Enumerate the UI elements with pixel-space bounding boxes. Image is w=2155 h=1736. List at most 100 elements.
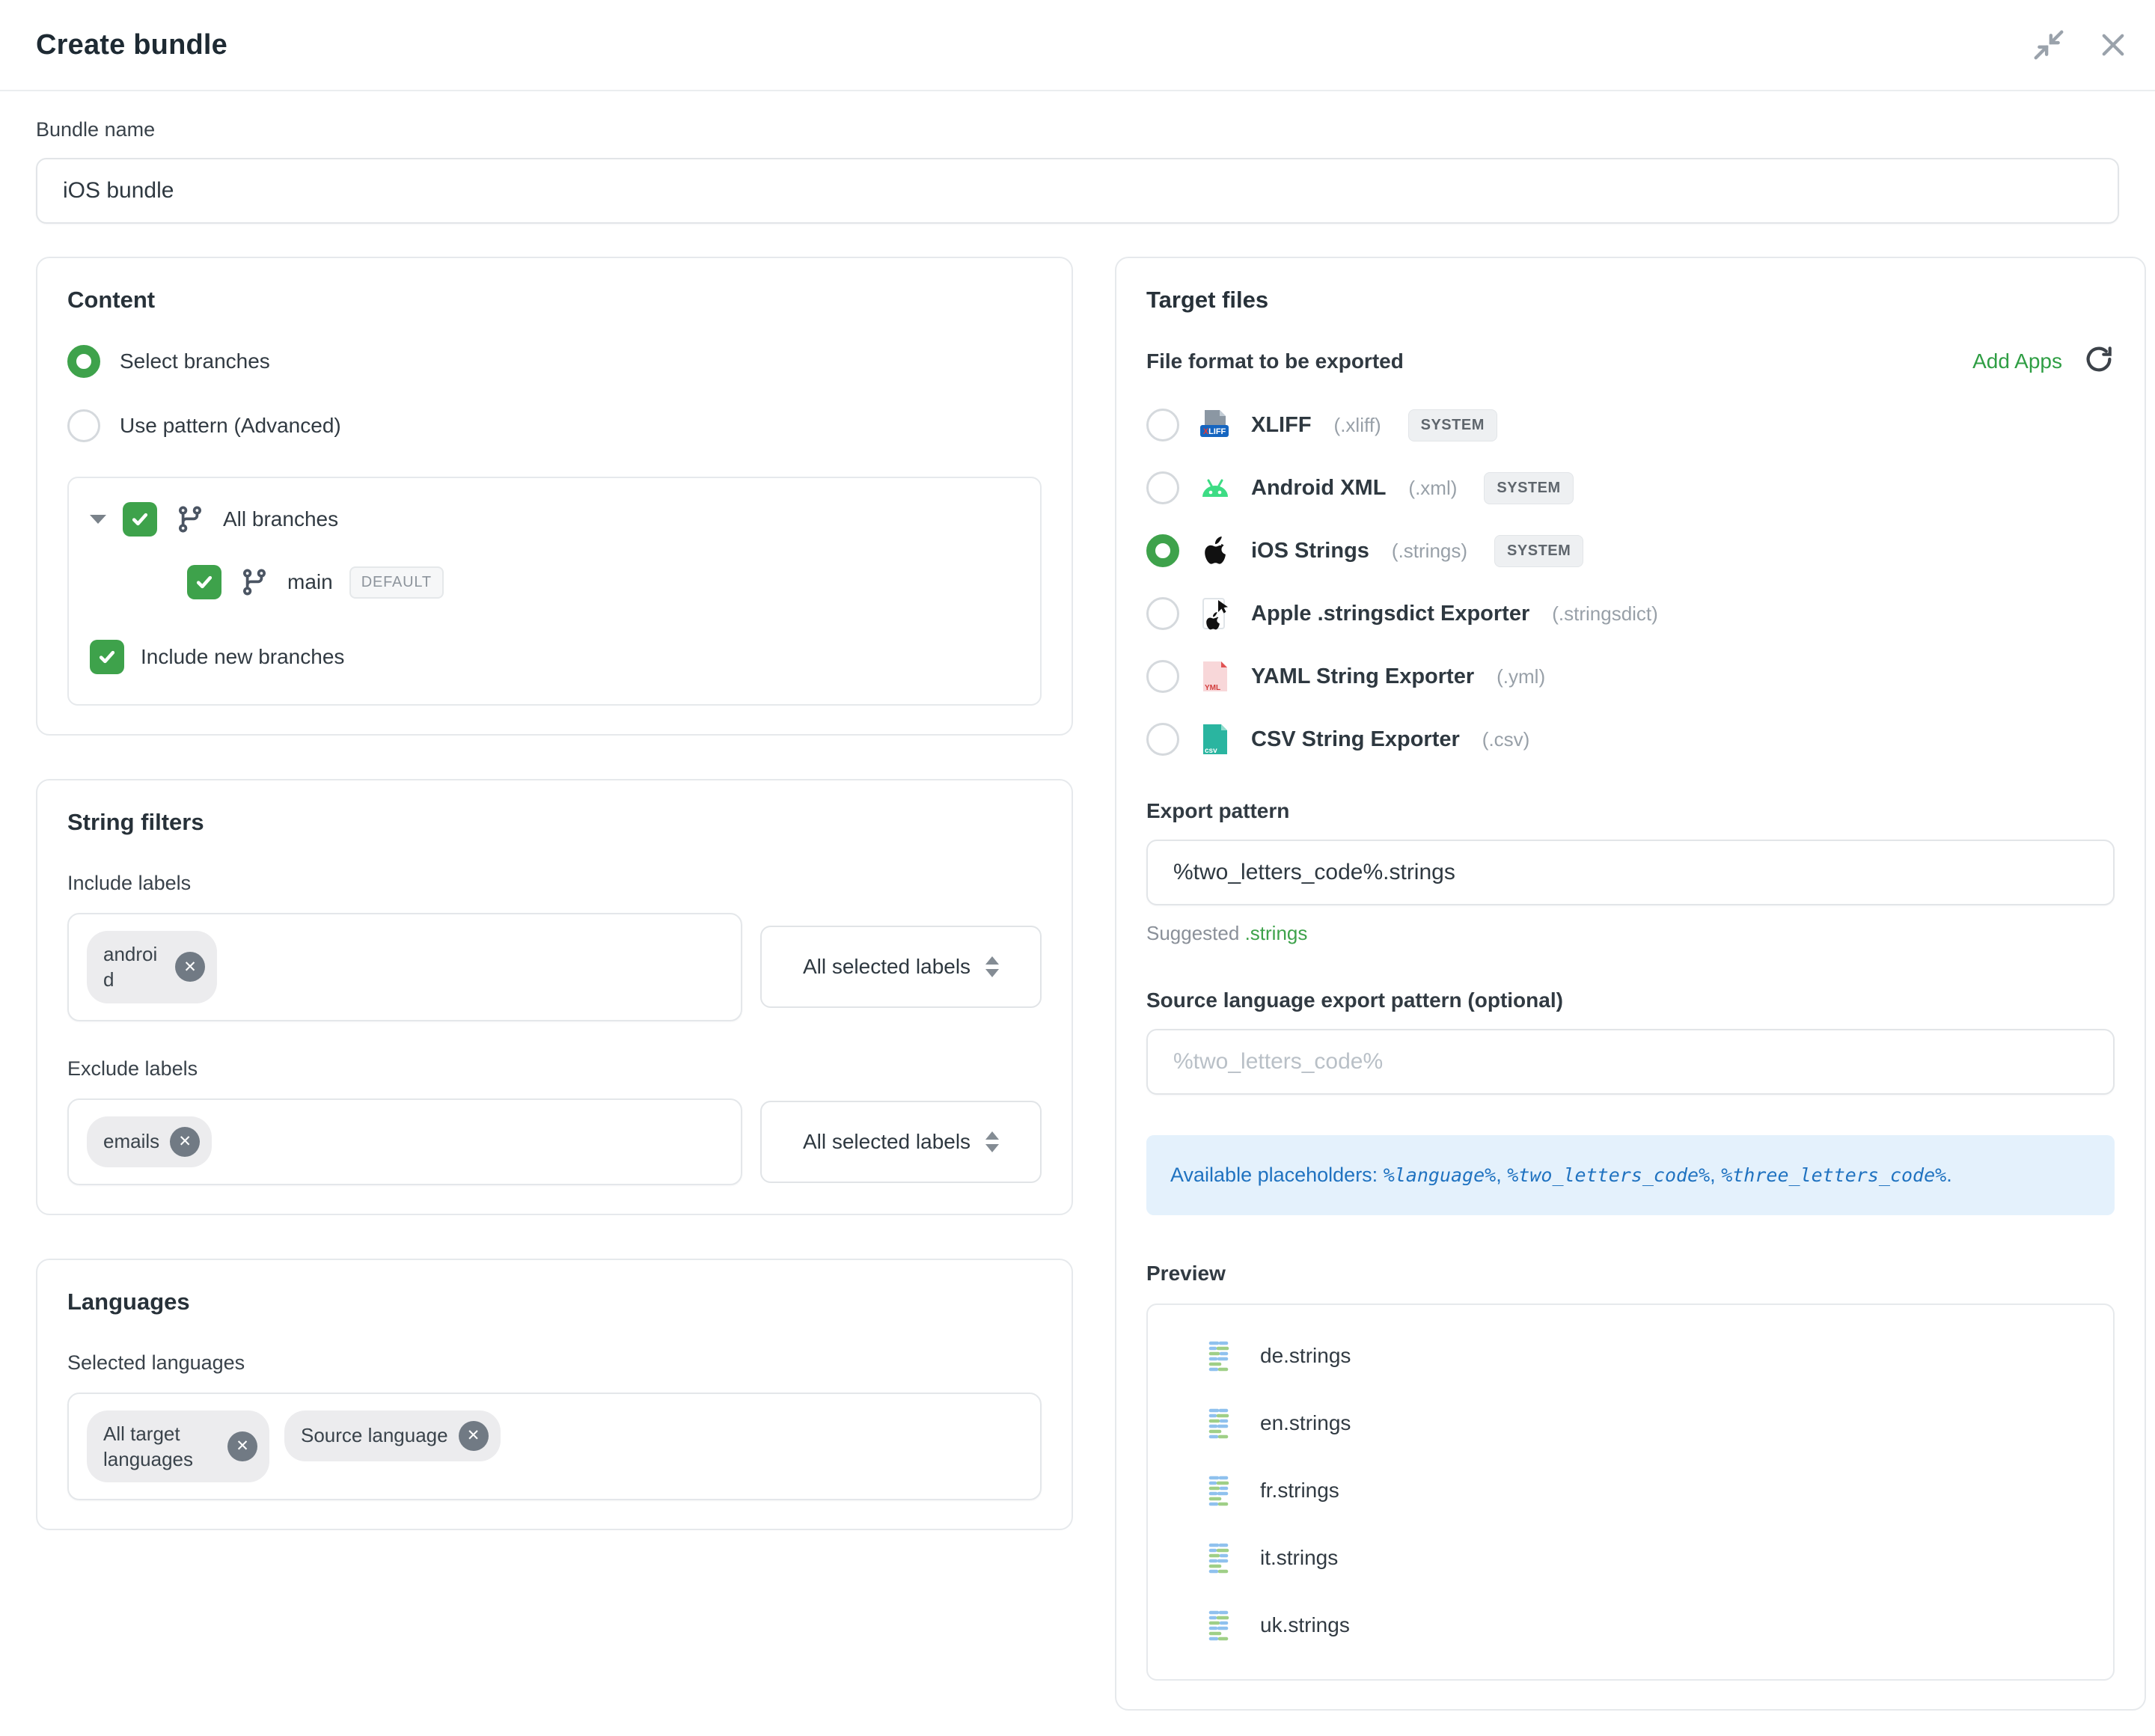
format-radio[interactable]: [1146, 471, 1179, 504]
collapse-icon[interactable]: [2028, 24, 2070, 66]
file-format-label: File format to be exported: [1146, 349, 1404, 373]
label-chip-android: android ✕: [87, 931, 217, 1003]
format-name: iOS Strings: [1251, 539, 1369, 563]
format-row-csv[interactable]: csv CSV String Exporter (.csv): [1146, 723, 2115, 756]
format-row-xliff[interactable]: XLIFF XLIFF (.xliff) SYSTEM: [1146, 409, 2115, 441]
refresh-icon[interactable]: [2083, 343, 2115, 379]
updown-arrows-icon: [985, 956, 999, 977]
close-icon[interactable]: [2092, 24, 2134, 66]
format-radio[interactable]: [1146, 597, 1179, 630]
dropdown-value: All selected labels: [803, 1130, 970, 1154]
format-row-android-xml[interactable]: Android XML (.xml) SYSTEM: [1146, 471, 2115, 504]
selected-languages-input[interactable]: All target languages ✕ Source language ✕: [67, 1393, 1042, 1501]
radio-select-branches[interactable]: Select branches: [67, 345, 1042, 378]
format-radio[interactable]: [1146, 660, 1179, 693]
include-labels-input[interactable]: android ✕: [67, 913, 742, 1021]
format-row-apple-stringsdict[interactable]: Apple .stringsdict Exporter (.stringsdic…: [1146, 597, 2115, 630]
strings-file-icon: [1208, 1609, 1241, 1642]
exclude-labels-mode-dropdown[interactable]: All selected labels: [760, 1101, 1042, 1183]
apple-file-icon: [1199, 534, 1232, 567]
strings-file-icon: [1208, 1407, 1241, 1440]
format-radio[interactable]: [1146, 409, 1179, 441]
suggested-label: Suggested: [1146, 922, 1239, 944]
radio-selected-icon[interactable]: [67, 345, 100, 378]
dropdown-value: All selected labels: [803, 955, 970, 979]
preview-file-row: fr.strings: [1208, 1474, 2091, 1507]
chevron-down-icon[interactable]: [90, 515, 106, 524]
chip-label: android: [103, 941, 165, 993]
content-card: Content Select branches Use pattern (Adv…: [36, 257, 1073, 736]
exclude-labels-label: Exclude labels: [67, 1057, 1042, 1081]
string-filters-title: String filters: [67, 809, 1042, 836]
preview-file-row: uk.strings: [1208, 1609, 2091, 1642]
include-labels-label: Include labels: [67, 872, 1042, 895]
svg-text:XLIFF: XLIFF: [1203, 427, 1226, 436]
include-new-branches-checkbox[interactable]: [90, 640, 124, 674]
yaml-file-icon: YML: [1199, 660, 1232, 693]
bundle-name-label: Bundle name: [36, 118, 2119, 141]
tree-row-all-branches: All branches: [90, 502, 1019, 537]
placeholder-two-letters: %two_letters_code%: [1507, 1164, 1710, 1186]
android-file-icon: [1199, 471, 1232, 504]
svg-text:csv: csv: [1205, 747, 1217, 755]
language-chip-all-target: All target languages ✕: [87, 1410, 269, 1483]
preview-file-name: en.strings: [1260, 1411, 1351, 1435]
git-branch-icon: [238, 566, 271, 599]
all-branches-checkbox[interactable]: [123, 502, 157, 537]
add-apps-link[interactable]: Add Apps: [1972, 349, 2062, 373]
bundle-name-input[interactable]: [36, 158, 2119, 224]
source-pattern-input[interactable]: [1146, 1029, 2115, 1095]
csv-file-icon: csv: [1199, 723, 1232, 756]
chip-label: Source language: [301, 1422, 448, 1448]
remove-chip-icon[interactable]: ✕: [170, 1127, 200, 1157]
preview-file-row: en.strings: [1208, 1407, 2091, 1440]
default-badge: DEFAULT: [349, 566, 444, 599]
format-ext: (.csv): [1482, 728, 1530, 751]
header-actions: [2028, 24, 2134, 66]
updown-arrows-icon: [985, 1131, 999, 1152]
preview-box: de.strings en.strings fr.strings: [1146, 1303, 2115, 1681]
languages-title: Languages: [67, 1289, 1042, 1315]
system-badge: SYSTEM: [1408, 409, 1497, 441]
format-name: XLIFF: [1251, 413, 1312, 438]
preview-label: Preview: [1146, 1262, 2115, 1286]
system-badge: SYSTEM: [1494, 535, 1583, 567]
placeholder-three-letters: %three_letters_code%: [1721, 1164, 1946, 1186]
format-radio-selected[interactable]: [1146, 534, 1179, 567]
include-new-branches-row[interactable]: Include new branches: [90, 640, 1019, 674]
format-list: XLIFF XLIFF (.xliff) SYSTEM Android XML …: [1146, 409, 2115, 756]
page-title: Create bundle: [36, 29, 227, 61]
radio-unselected-icon[interactable]: [67, 409, 100, 442]
remove-chip-icon[interactable]: ✕: [459, 1421, 489, 1451]
all-branches-label: All branches: [223, 507, 338, 531]
strings-file-icon: [1208, 1339, 1241, 1372]
languages-card: Languages Selected languages All target …: [36, 1259, 1073, 1531]
remove-chip-icon[interactable]: ✕: [175, 952, 205, 982]
preview-file-row: it.strings: [1208, 1541, 2091, 1574]
preview-file-row: de.strings: [1208, 1339, 2091, 1372]
radio-use-pattern[interactable]: Use pattern (Advanced): [67, 409, 1042, 442]
preview-file-name: fr.strings: [1260, 1479, 1339, 1503]
suggested-strings-link[interactable]: .strings: [1245, 922, 1308, 944]
format-ext: (.stringsdict): [1552, 602, 1658, 626]
format-name: Android XML: [1251, 476, 1386, 501]
exclude-labels-input[interactable]: emails ✕: [67, 1098, 742, 1185]
placeholders-prefix: Available placeholders:: [1170, 1164, 1378, 1186]
format-row-ios-strings[interactable]: iOS Strings (.strings) SYSTEM: [1146, 534, 2115, 567]
placeholders-info-box: Available placeholders: %language%, %two…: [1146, 1135, 2115, 1215]
system-badge: SYSTEM: [1484, 472, 1573, 504]
format-radio[interactable]: [1146, 723, 1179, 756]
tree-row-main: main DEFAULT: [90, 565, 1019, 599]
format-row-yaml[interactable]: YML YAML String Exporter (.yml): [1146, 660, 2115, 693]
export-pattern-label: Export pattern: [1146, 799, 2115, 823]
format-ext: (.xliff): [1334, 414, 1381, 437]
main-branch-checkbox[interactable]: [187, 565, 221, 599]
apple-stringsdict-file-icon: [1199, 597, 1232, 630]
format-name: Apple .stringsdict Exporter: [1251, 602, 1529, 626]
export-pattern-input[interactable]: [1146, 840, 2115, 905]
chip-label: emails: [103, 1128, 159, 1154]
language-chip-source: Source language ✕: [284, 1410, 501, 1461]
remove-chip-icon[interactable]: ✕: [227, 1431, 257, 1461]
include-labels-mode-dropdown[interactable]: All selected labels: [760, 926, 1042, 1008]
xliff-file-icon: XLIFF: [1199, 409, 1232, 441]
